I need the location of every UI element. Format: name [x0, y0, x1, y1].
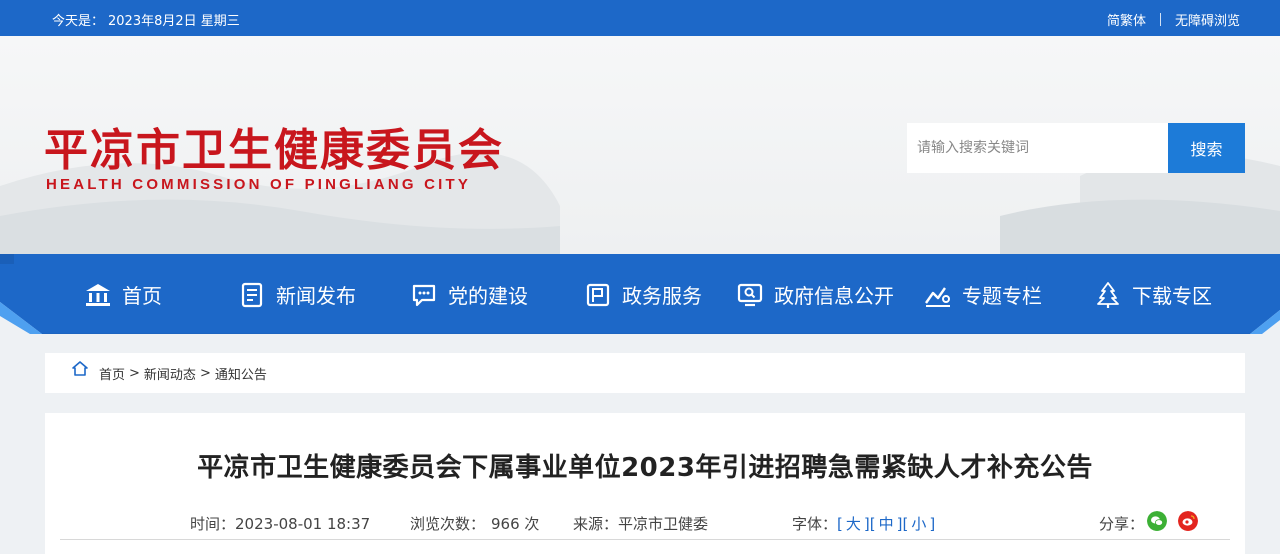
accessibility-link[interactable]: 无障碍浏览 [1175, 10, 1240, 29]
breadcrumb: 首页 > 新闻动态 > 通知公告 [45, 353, 1245, 393]
search-input[interactable] [907, 123, 1168, 173]
date-value: 2023年8月2日 星期三 [108, 14, 240, 29]
chart-icon [925, 286, 950, 307]
document-icon [241, 282, 263, 307]
meta-divider [60, 539, 1230, 540]
font-small-button[interactable]: 小 [911, 515, 926, 533]
tree-icon [1097, 281, 1119, 308]
bank-icon [86, 283, 110, 306]
source-value: 平凉市卫健委 [618, 515, 709, 533]
nav-item-services[interactable]: 政务服务 [584, 280, 702, 309]
breadcrumb-home[interactable]: 首页 [99, 364, 125, 383]
search-button[interactable]: 搜索 [1168, 123, 1245, 173]
nav-label-disclosure: 政府信息公开 [774, 284, 894, 308]
time-value: 2023-08-01 18:37 [235, 515, 371, 533]
views-value: 966 次 [491, 515, 540, 533]
link-divider [1159, 13, 1161, 26]
source-label: 来源： [573, 515, 619, 533]
nav-label-topics: 专题专栏 [962, 284, 1042, 308]
nav-item-disclosure[interactable]: 政府信息公开 [736, 280, 894, 309]
nav-item-home[interactable]: 首页 [84, 280, 162, 309]
font-size-control: 字体：[大][中][小] [792, 515, 936, 533]
nav-label-party: 党的建设 [448, 284, 528, 308]
main-nav: 首页 新闻发布 党的建设 政务服务 政府信息公开 专题专栏 下载专区 [0, 254, 1280, 334]
nav-label-services: 政务服务 [622, 284, 702, 308]
nav-item-party[interactable]: 党的建设 [410, 280, 528, 309]
site-logo-subtitle: HEALTH COMMISSION OF PINGLIANG CITY [46, 176, 472, 193]
article-meta: 时间：2023-08-01 18:37 浏览次数： 966 次 来源：平凉市卫健委… [45, 511, 1245, 534]
font-size-label: 字体： [792, 515, 838, 533]
share-label: 分享： [1099, 515, 1145, 533]
nav-item-topics[interactable]: 专题专栏 [924, 280, 1042, 309]
nav-label-downloads: 下载专区 [1132, 284, 1212, 308]
article-panel: 平凉市卫生健康委员会下属事业单位2023年引进招聘急需紧缺人才补充公告 时间：2… [45, 413, 1245, 554]
chat-icon [412, 284, 436, 306]
font-large-button[interactable]: 大 [846, 515, 861, 533]
weibo-share-icon[interactable] [1178, 511, 1198, 531]
view-count: 浏览次数： 966 次 [410, 513, 539, 534]
article-title: 平凉市卫生健康委员会下属事业单位2023年引进招聘急需紧缺人才补充公告 [197, 453, 1093, 483]
current-date: 今天是： 2023年8月2日 星期三 [52, 10, 244, 29]
site-logo-title[interactable]: 平凉市卫生健康委员会 [44, 114, 504, 178]
breadcrumb-separator: > [199, 365, 211, 381]
site-banner: 平凉市卫生健康委员会 HEALTH COMMISSION OF PINGLIAN… [0, 36, 1280, 254]
home-icon [72, 361, 88, 376]
wechat-share-icon[interactable] [1147, 511, 1167, 531]
font-medium-button[interactable]: 中 [879, 515, 894, 533]
article-source: 来源：平凉市卫健委 [573, 513, 708, 534]
top-links: 简繁体 无障碍浏览 [1107, 10, 1240, 29]
traditional-chinese-link[interactable]: 简繁体 [1107, 10, 1146, 29]
breadcrumb-news[interactable]: 新闻动态 [144, 364, 196, 383]
breadcrumb-separator: > [129, 365, 140, 381]
publish-time: 时间：2023-08-01 18:37 [190, 513, 370, 534]
monitor-search-icon [737, 283, 763, 306]
nav-item-downloads[interactable]: 下载专区 [1094, 280, 1212, 309]
board-icon [586, 283, 610, 306]
time-label: 时间： [190, 515, 236, 533]
search-box: 搜索 [907, 123, 1245, 173]
top-bar: 今天是： 2023年8月2日 星期三 简繁体 无障碍浏览 [0, 0, 1280, 36]
breadcrumb-notices[interactable]: 通知公告 [215, 364, 267, 383]
date-label: 今天是： [52, 14, 105, 29]
nav-label-home: 首页 [122, 284, 162, 308]
nav-label-news: 新闻发布 [276, 284, 356, 308]
nav-item-news[interactable]: 新闻发布 [238, 280, 356, 309]
views-label: 浏览次数： [410, 515, 486, 533]
